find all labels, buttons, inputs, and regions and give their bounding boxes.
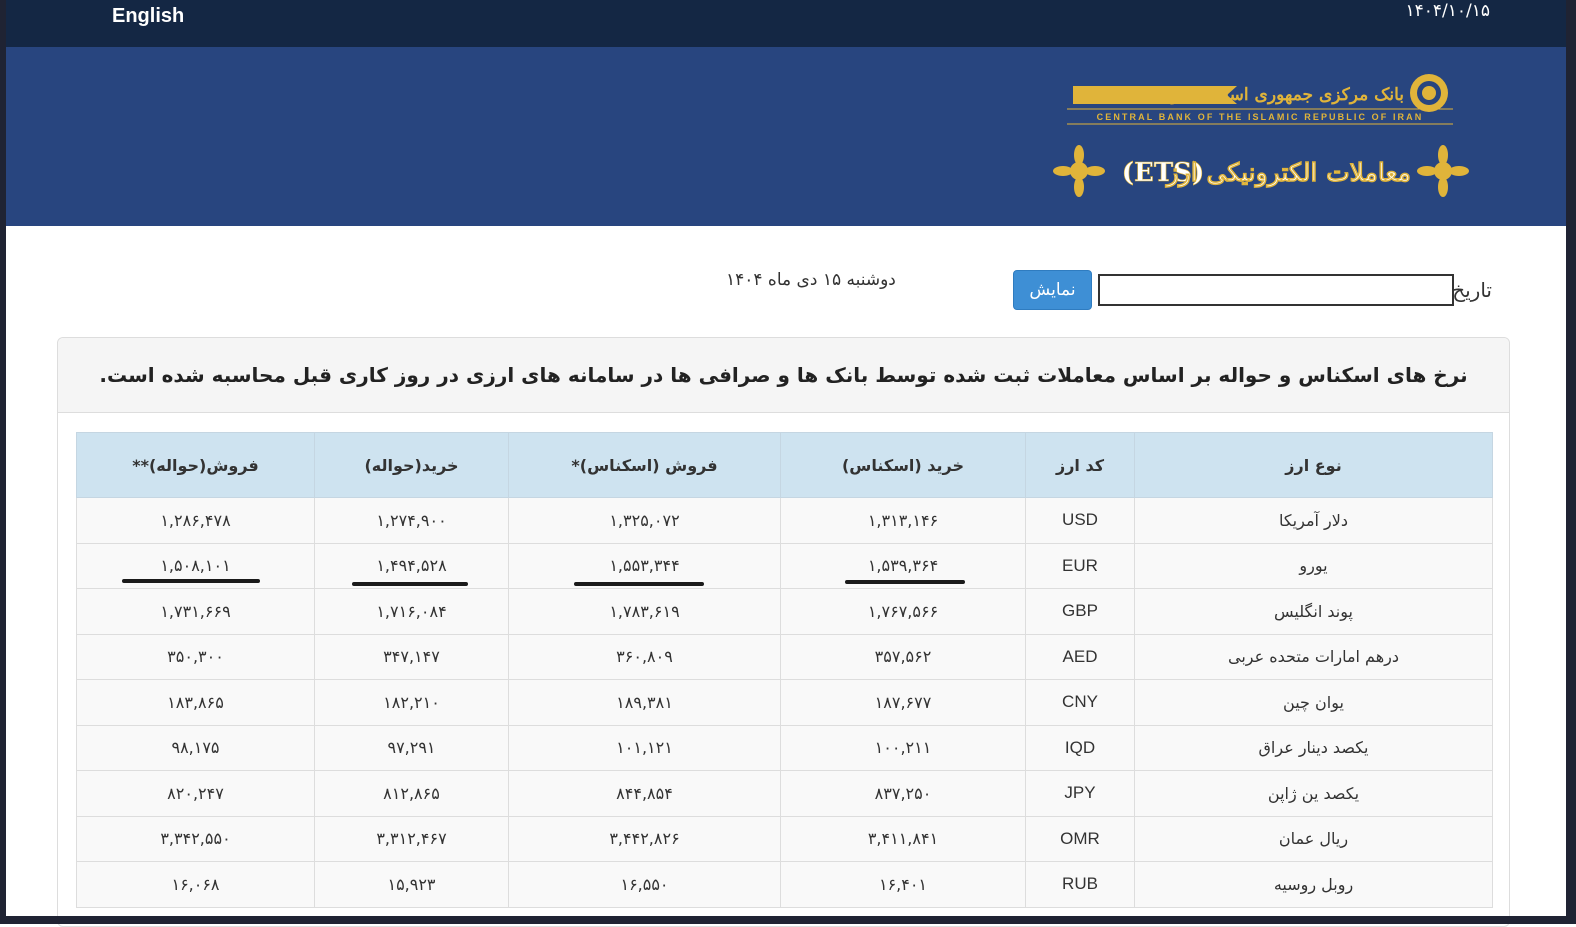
currency-code: IQD [1025, 724, 1135, 771]
sell-cash-value: ۱۰۱,۱۲۱ [508, 724, 781, 771]
currency-code: GBP [1025, 588, 1135, 635]
header-buy-transfer: خرید(حواله) [314, 432, 509, 498]
table-header-row: نوع ارز کد ارز خرید (اسکناس) فروش (اسکنا… [76, 432, 1493, 498]
currency-name: یکصد ین ژاپن [1134, 770, 1493, 817]
buy-transfer-value: ۱۵,۹۲۳ [314, 861, 509, 908]
top-date: ۱۴۰۴/۱۰/۱۵ [1405, 1, 1490, 21]
currency-code: OMR [1025, 815, 1135, 862]
buy-transfer-value: ۹۷,۲۹۱ [314, 724, 509, 771]
table-row: یکصد ین ژاپن JPY ۸۳۷,۲۵۰ ۸۴۴,۸۵۴ ۸۱۲,۸۶۵… [76, 770, 1493, 817]
english-language-link[interactable]: English [112, 5, 184, 28]
sell-cash-value: ۱۶,۵۵۰ [508, 861, 781, 908]
header-currency-code: کد ارز [1025, 432, 1135, 498]
buy-cash-value: ۸۳۷,۲۵۰ [780, 770, 1026, 817]
buy-cash-value: ۱۶,۴۰۱ [780, 861, 1026, 908]
underline-mark [352, 582, 468, 586]
exchange-rates-table: نوع ارز کد ارز خرید (اسکناس) فروش (اسکنا… [76, 432, 1493, 908]
currency-name: یوان چین [1134, 679, 1493, 726]
table-row: دلار آمریکا USD ۱,۳۱۳,۱۴۶ ۱,۳۲۵,۰۷۲ ۱,۲۷… [76, 497, 1493, 544]
buy-transfer-value: ۱۸۲,۲۱۰ [314, 679, 509, 726]
currency-code: USD [1025, 497, 1135, 544]
currency-name: روبل روسیه [1134, 861, 1493, 908]
sell-cash-value: ۸۴۴,۸۵۴ [508, 770, 781, 817]
sell-transfer-value: ۱۶,۰۶۸ [76, 861, 315, 908]
buy-transfer-value: ۳۴۷,۱۴۷ [314, 633, 509, 680]
sell-cash-value: ۱,۷۸۳,۶۱۹ [508, 588, 781, 635]
header-sell-transfer: فروش(حواله)** [76, 432, 315, 498]
currency-code: EUR [1025, 542, 1135, 589]
table-row: درهم امارات متحده عربی AED ۳۵۷,۵۶۲ ۳۶۰,۸… [76, 633, 1493, 680]
sell-transfer-value: ۹۸,۱۷۵ [76, 724, 315, 771]
table-row: ریال عمان OMR ۳,۴۱۱,۸۴۱ ۳,۴۴۲,۸۲۶ ۳,۳۱۲,… [76, 815, 1493, 862]
buy-cash-value: ۱۰۰,۲۱۱ [780, 724, 1026, 771]
main-content: تاریخ: نمایش دوشنبه ۱۵ دی ماه ۱۴۰۴ نرخ ه… [6, 226, 1566, 927]
window-frame-right [1566, 0, 1576, 924]
currency-code: RUB [1025, 861, 1135, 908]
sell-transfer-value: ۱,۲۸۶,۴۷۸ [76, 497, 315, 544]
sell-transfer-value: ۱,۷۳۱,۶۶۹ [76, 588, 315, 635]
sell-transfer-value: ۳,۳۴۲,۵۵۰ [76, 815, 315, 862]
sell-transfer-value: ۸۲۰,۲۴۷ [76, 770, 315, 817]
central-bank-ets-logo: بانک مرکزی جمهوری اسلامی ایران CENTRAL B… [1053, 74, 1469, 197]
bank-name-en: CENTRAL BANK OF THE ISLAMIC REPUBLIC OF … [1097, 112, 1424, 122]
table-row: یوان چین CNY ۱۸۷,۶۷۷ ۱۸۹,۳۸۱ ۱۸۲,۲۱۰ ۱۸۳… [76, 679, 1493, 726]
currency-code: JPY [1025, 770, 1135, 817]
currency-code: CNY [1025, 679, 1135, 726]
header-sell-cash: فروش (اسکناس)* [508, 432, 781, 498]
ets-title-fa: معاملات الکترونیکی ارز [1165, 158, 1411, 188]
sell-cash-value: ۳۶۰,۸۰۹ [508, 633, 781, 680]
underline-mark [845, 580, 965, 584]
sell-transfer-value: ۱۸۳,۸۶۵ [76, 679, 315, 726]
header-banner: بانک مرکزی جمهوری اسلامی ایران CENTRAL B… [6, 47, 1566, 226]
current-date: دوشنبه ۱۵ دی ماه ۱۴۰۴ [726, 270, 896, 290]
currency-name: ریال عمان [1134, 815, 1493, 862]
underline-mark [122, 579, 260, 583]
buy-transfer-value: ۱,۷۱۶,۰۸۴ [314, 588, 509, 635]
date-input[interactable] [1098, 274, 1454, 306]
currency-name: یورو [1134, 542, 1493, 589]
table-row: یکصد دینار عراق IQD ۱۰۰,۲۱۱ ۱۰۱,۱۲۱ ۹۷,۲… [76, 724, 1493, 771]
bank-name-fa: بانک مرکزی جمهوری اسلامی ایران [1154, 85, 1404, 105]
ornament-right-icon [1417, 145, 1469, 197]
buy-transfer-value: ۱,۲۷۴,۹۰۰ [314, 497, 509, 544]
bank-emblem-icon [1410, 74, 1448, 112]
buy-cash-value: ۳۵۷,۵۶۲ [780, 633, 1026, 680]
currency-name: پوند انگلیس [1134, 588, 1493, 635]
sell-transfer-value: ۳۵۰,۳۰۰ [76, 633, 315, 680]
table-row: روبل روسیه RUB ۱۶,۴۰۱ ۱۶,۵۵۰ ۱۵,۹۲۳ ۱۶,۰… [76, 861, 1493, 908]
sell-cash-value: ۱۸۹,۳۸۱ [508, 679, 781, 726]
buy-transfer-value: ۳,۳۱۲,۴۶۷ [314, 815, 509, 862]
buy-transfer-value: ۸۱۲,۸۶۵ [314, 770, 509, 817]
underline-mark [574, 582, 704, 586]
buy-cash-value: ۳,۴۱۱,۸۴۱ [780, 815, 1026, 862]
buy-cash-value: ۱,۷۶۷,۵۶۶ [780, 588, 1026, 635]
ornament-left-icon [1053, 145, 1105, 197]
panel-heading: نرخ های اسکناس و حواله بر اساس معاملات ث… [58, 338, 1509, 413]
currency-name: دلار آمریکا [1134, 497, 1493, 544]
sell-cash-value: ۳,۴۴۲,۸۲۶ [508, 815, 781, 862]
buy-cash-value: ۱۸۷,۶۷۷ [780, 679, 1026, 726]
currency-code: AED [1025, 633, 1135, 680]
top-bar: English ۱۴۰۴/۱۰/۱۵ [6, 0, 1566, 47]
currency-name: درهم امارات متحده عربی [1134, 633, 1493, 680]
sell-cash-value: ۱,۳۲۵,۰۷۲ [508, 497, 781, 544]
table-row: یورو EUR ۱,۵۳۹,۳۶۴ ۱,۵۵۳,۳۴۴ ۱,۴۹۴,۵۲۸ ۱… [76, 542, 1493, 589]
currency-name: یکصد دینار عراق [1134, 724, 1493, 771]
window-frame-bottom [0, 916, 1576, 924]
show-button[interactable]: نمایش [1013, 270, 1092, 310]
header-currency-name: نوع ارز [1134, 432, 1493, 498]
buy-cash-value: ۱,۳۱۳,۱۴۶ [780, 497, 1026, 544]
rates-panel: نرخ های اسکناس و حواله بر اساس معاملات ث… [57, 337, 1510, 927]
table-row: پوند انگلیس GBP ۱,۷۶۷,۵۶۶ ۱,۷۸۳,۶۱۹ ۱,۷۱… [76, 588, 1493, 635]
header-buy-cash: خرید (اسکناس) [780, 432, 1026, 498]
